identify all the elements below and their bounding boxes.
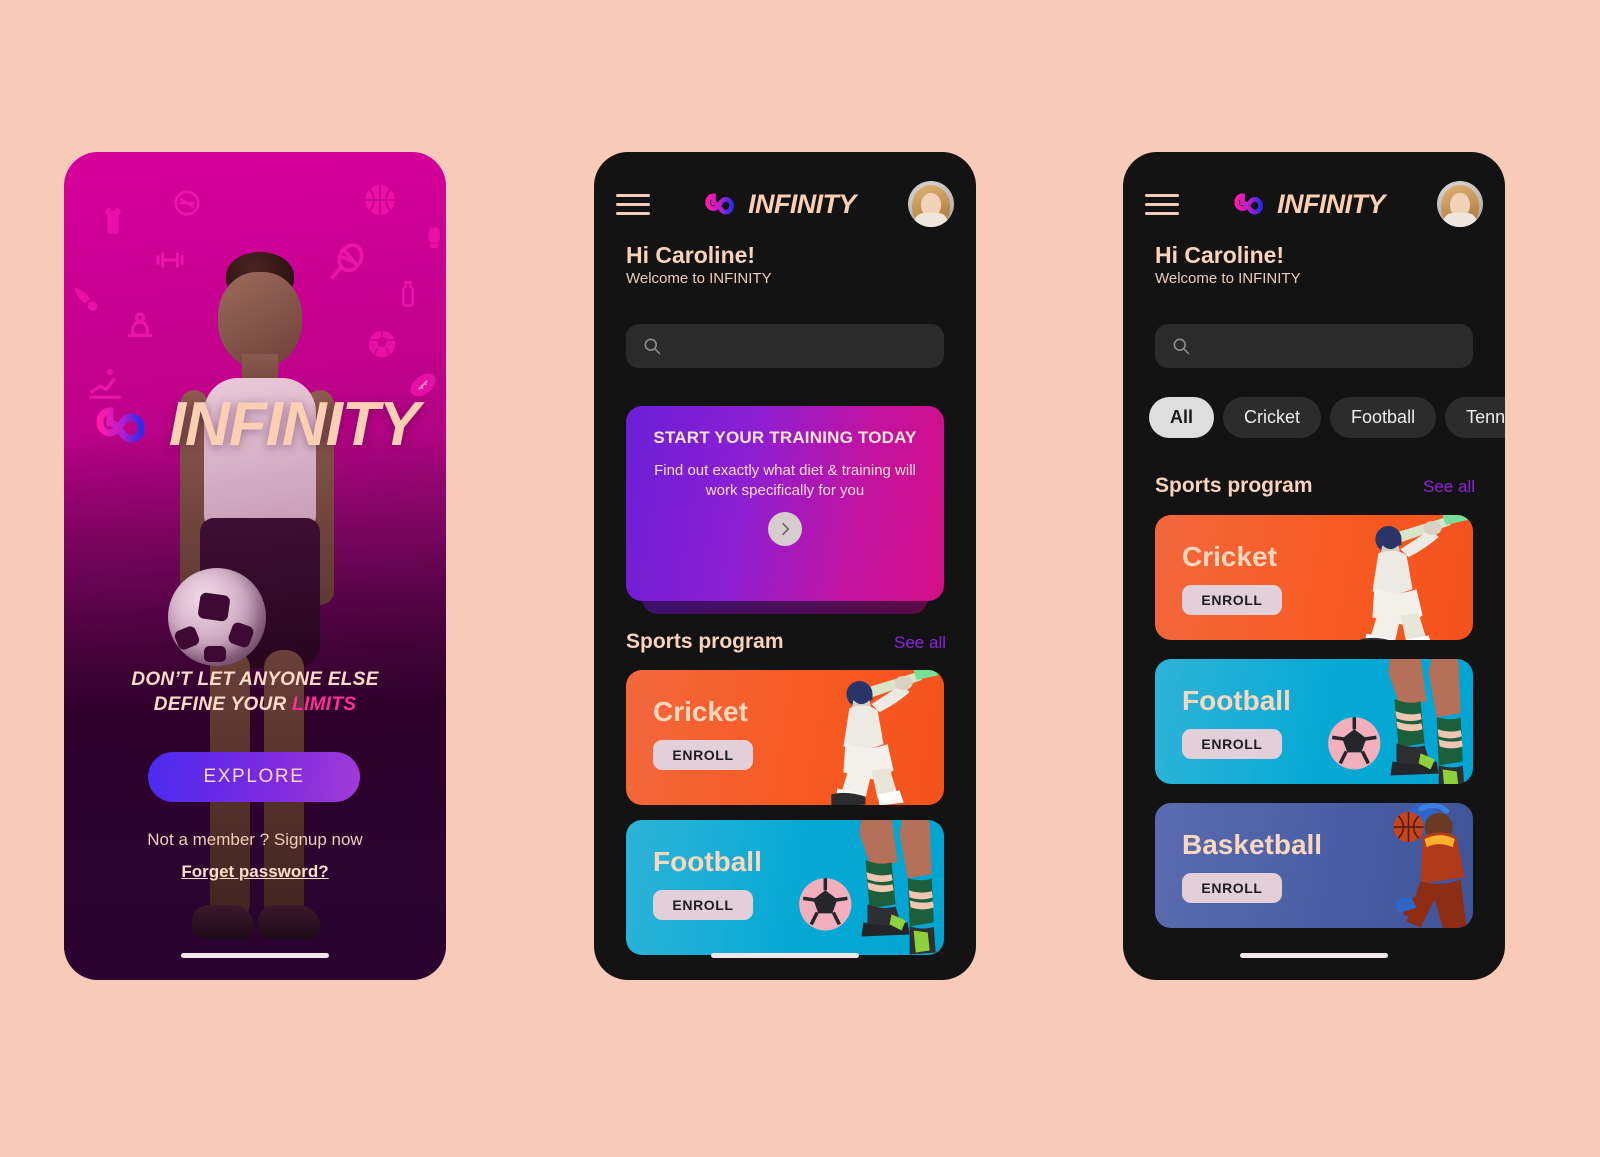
hamburger-icon[interactable] [1145,188,1179,221]
search-input[interactable] [1201,337,1457,355]
avatar-body [914,213,948,227]
sport-card-basketball[interactable]: Basketball ENROLL [1155,803,1473,928]
enroll-button[interactable]: ENROLL [1182,873,1282,903]
enroll-button[interactable]: ENROLL [1182,585,1282,615]
cricket-batsman-photo [1360,515,1468,640]
tagline-line-2: DEFINE YOUR LIMITS [64,692,446,717]
brand-lockup: INFINITY [1179,189,1437,220]
app-bar: INFINITY [594,178,976,230]
tagline-prefix: DEFINE YOUR [153,694,293,716]
hero-brand-lockup: INFINITY [64,394,446,456]
section-header-sports: Sports program See all [626,630,946,654]
search-bar[interactable] [1155,324,1473,368]
sport-card-cricket[interactable]: Cricket ENROLL [626,670,944,805]
hero-title: INFINITY [168,390,420,459]
section-header-sports: Sports program See all [1155,474,1475,498]
forget-password-link[interactable]: Forget password? [64,862,446,882]
avatar-body [1443,213,1477,227]
infinity-symbol-icon [96,407,145,443]
screenshot-canvas: INFINITY DON’T LET ANYONE ELSE DEFINE YO… [0,0,1600,1157]
cricket-batsman-photo [831,670,939,805]
sport-card-football[interactable]: Football ENROLL [626,820,944,955]
brand-name: INFINITY [1277,188,1385,219]
search-icon [644,338,661,355]
infinity-symbol-icon [1234,193,1264,215]
filter-chip-all[interactable]: All [1149,397,1215,438]
enroll-button[interactable]: ENROLL [653,890,753,920]
chevron-right-icon[interactable] [768,512,802,546]
enroll-button[interactable]: ENROLL [653,740,753,770]
category-filter-row: All Cricket Football Tennis [1149,397,1505,438]
sport-name: Cricket [653,696,748,727]
home-indicator [1240,953,1388,958]
hero-tagline: DON’T LET ANYONE ELSE DEFINE YOUR LIMITS [64,667,446,718]
brand-name: INFINITY [748,188,856,219]
tagline-highlight: LIMITS [292,694,357,716]
phone-screen-splash: INFINITY DON’T LET ANYONE ELSE DEFINE YO… [64,152,446,980]
section-title: Sports program [626,630,784,653]
welcome-text: Welcome to INFINITY [626,270,772,287]
training-card-stack: START YOUR TRAINING TODAY Find out exact… [626,406,944,614]
search-input[interactable] [672,337,928,355]
brand-lockup: INFINITY [650,189,908,220]
search-icon [1173,338,1190,355]
greeting-text: Hi Caroline! [626,242,756,268]
filter-chip-tennis[interactable]: Tennis [1445,397,1505,438]
photo-shoe-right [258,905,320,939]
hamburger-icon[interactable] [616,188,650,221]
avatar[interactable] [908,181,954,227]
home-indicator [181,953,329,958]
enroll-button[interactable]: ENROLL [1182,729,1282,759]
see-all-link[interactable]: See all [1423,477,1475,497]
app-bar: INFINITY [1123,178,1505,230]
filter-chip-football[interactable]: Football [1330,397,1437,438]
section-title: Sports program [1155,474,1313,497]
search-bar[interactable] [626,324,944,368]
see-all-link[interactable]: See all [894,633,946,653]
footballer-legs-photo [1328,659,1465,784]
tagline-line-1: DON’T LET ANYONE ELSE [131,669,379,690]
filter-chip-cricket[interactable]: Cricket [1223,397,1322,438]
training-card-subtitle: Find out exactly what diet & training wi… [654,462,916,499]
sport-card-football[interactable]: Football ENROLL [1155,659,1473,784]
phone-screen-categories: INFINITY Hi Caroline! Welcome to INFINIT… [1123,152,1505,980]
training-card-title: START YOUR TRAINING TODAY [653,428,917,447]
sport-name: Cricket [1182,541,1277,572]
basketball-dunk-photo [1393,803,1468,928]
avatar[interactable] [1437,181,1483,227]
greeting-text: Hi Caroline! [1155,242,1285,268]
photo-shoe-left [192,905,254,939]
infinity-symbol-icon [705,193,735,215]
phone-screen-home: INFINITY Hi Caroline! Welcome to INFINIT… [594,152,976,980]
sport-name: Basketball [1182,829,1323,860]
signup-link[interactable]: Not a member ? Signup now [64,830,446,850]
soccer-ball-photo [168,568,266,666]
welcome-text: Welcome to INFINITY [1155,270,1301,287]
sport-card-cricket[interactable]: Cricket ENROLL [1155,515,1473,640]
chevron-right-glyph [782,522,790,536]
training-card[interactable]: START YOUR TRAINING TODAY Find out exact… [626,406,944,601]
sport-name: Football [1182,685,1291,716]
footballer-legs-photo [799,820,936,955]
explore-button[interactable]: EXPLORE [148,752,360,802]
sport-name: Football [653,846,762,877]
